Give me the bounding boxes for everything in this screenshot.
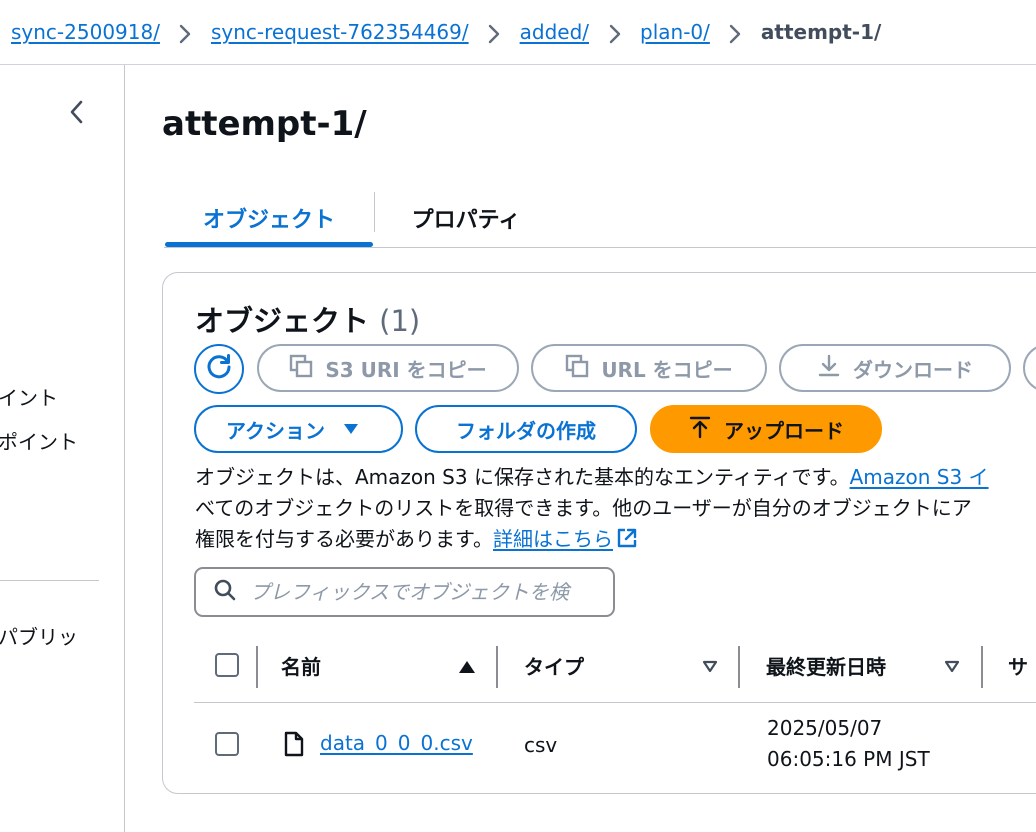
column-divider xyxy=(256,646,258,688)
search-box xyxy=(194,567,615,617)
chevron-right-icon xyxy=(589,20,640,44)
chevron-right-icon xyxy=(469,20,520,44)
download-icon xyxy=(817,354,853,383)
column-header-type-label: タイプ xyxy=(524,654,584,679)
description-line-2: べてのオブジェクトのリストを取得できます。他のユーザーが自分のオブジェクトにア xyxy=(195,496,972,520)
learn-more-link[interactable]: 詳細はこちら xyxy=(493,527,638,551)
sidebar: イント ポイント パブリッ xyxy=(0,65,125,832)
copy-url-label: URL をコピー xyxy=(601,357,733,382)
refresh-icon xyxy=(204,352,234,386)
create-folder-button[interactable]: フォルダの作成 xyxy=(415,405,637,453)
tab-properties[interactable]: プロパティ xyxy=(376,190,556,246)
select-all-checkbox[interactable] xyxy=(215,653,239,677)
column-header-size-label: サ xyxy=(1008,654,1028,679)
sort-ascending-icon xyxy=(458,660,476,674)
external-link-icon xyxy=(616,527,638,558)
objects-heading-label: オブジェクト xyxy=(195,304,370,338)
upload-icon xyxy=(688,415,724,444)
column-header-type[interactable]: タイプ xyxy=(524,642,724,688)
breadcrumb: sync-2500918/ sync-request-762354469/ ad… xyxy=(0,0,1036,64)
column-header-name-label: 名前 xyxy=(281,654,321,679)
column-header-size[interactable]: サ xyxy=(1008,642,1036,688)
breadcrumb-link-sync[interactable]: sync-2500918/ xyxy=(11,20,160,44)
sidebar-divider xyxy=(0,580,99,581)
search-icon xyxy=(214,579,236,605)
column-divider xyxy=(496,646,498,688)
column-header-last-modified[interactable]: 最終更新日時 xyxy=(766,642,966,688)
caret-down-icon xyxy=(343,423,371,435)
column-header-name[interactable]: 名前 xyxy=(281,642,481,688)
sidebar-item-access-point[interactable]: ポイント xyxy=(0,426,78,455)
tab-bar: オブジェクト プロパティ xyxy=(164,190,1036,248)
row-checkbox[interactable] xyxy=(215,732,239,756)
search-input[interactable] xyxy=(250,580,590,604)
column-divider xyxy=(738,646,740,688)
object-modified-time: 06:05:16 PM JST xyxy=(767,747,930,771)
breadcrumb-link-added[interactable]: added/ xyxy=(520,20,589,44)
actions-label: アクション xyxy=(226,418,325,443)
sort-descending-icon xyxy=(944,660,960,673)
object-type: csv xyxy=(524,733,558,757)
actions-dropdown[interactable]: アクション xyxy=(194,405,403,453)
tab-objects[interactable]: オブジェクト xyxy=(164,190,374,247)
header-divider xyxy=(0,64,1036,65)
download-label: ダウンロード xyxy=(853,357,973,382)
sidebar-item-public[interactable]: パブリッ xyxy=(0,621,78,650)
breadcrumb-current: attempt-1/ xyxy=(760,20,882,44)
description-line-3: 権限を付与する必要があります。 xyxy=(195,527,493,551)
chevron-right-icon xyxy=(710,20,761,44)
page-title: attempt-1/ xyxy=(162,104,367,144)
sort-descending-icon xyxy=(702,660,718,673)
copy-url-button[interactable]: URL をコピー xyxy=(531,344,767,392)
objects-count: (1) xyxy=(379,304,421,338)
breadcrumb-link-plan[interactable]: plan-0/ xyxy=(640,20,710,44)
chevron-right-icon xyxy=(160,20,211,44)
table-row-divider xyxy=(194,702,1036,703)
create-folder-label: フォルダの作成 xyxy=(456,418,596,443)
download-button[interactable]: ダウンロード xyxy=(779,344,1011,392)
tab-separator xyxy=(374,192,375,232)
upload-label: アップロード xyxy=(724,418,844,443)
copy-icon xyxy=(565,354,601,383)
copy-icon xyxy=(289,354,325,383)
file-icon xyxy=(284,731,304,761)
column-divider xyxy=(981,646,983,688)
description-line-1: オブジェクトは、Amazon S3 に保存された基本的なエンティティです。 xyxy=(195,465,850,489)
sidebar-item-endpoint[interactable]: イント xyxy=(0,382,58,411)
column-header-last-modified-label: 最終更新日時 xyxy=(766,654,886,679)
amazon-s3-inventory-link[interactable]: Amazon S3 イ xyxy=(850,465,989,489)
copy-s3-uri-label: S3 URI をコピー xyxy=(325,357,487,382)
breadcrumb-link-sync-request[interactable]: sync-request-762354469/ xyxy=(211,20,469,44)
upload-button[interactable]: アップロード xyxy=(650,405,882,453)
learn-more-label: 詳細はこちら xyxy=(493,527,613,551)
object-name-link[interactable]: data_0_0_0.csv xyxy=(320,731,473,755)
objects-description: オブジェクトは、Amazon S3 に保存された基本的なエンティティです。Ama… xyxy=(195,462,1036,558)
object-modified-date: 2025/05/07 xyxy=(767,716,883,740)
copy-s3-uri-button[interactable]: S3 URI をコピー xyxy=(257,344,519,392)
chevron-left-icon[interactable] xyxy=(66,99,88,125)
objects-heading: オブジェクト (1) xyxy=(195,298,420,340)
refresh-button[interactable] xyxy=(194,344,244,394)
